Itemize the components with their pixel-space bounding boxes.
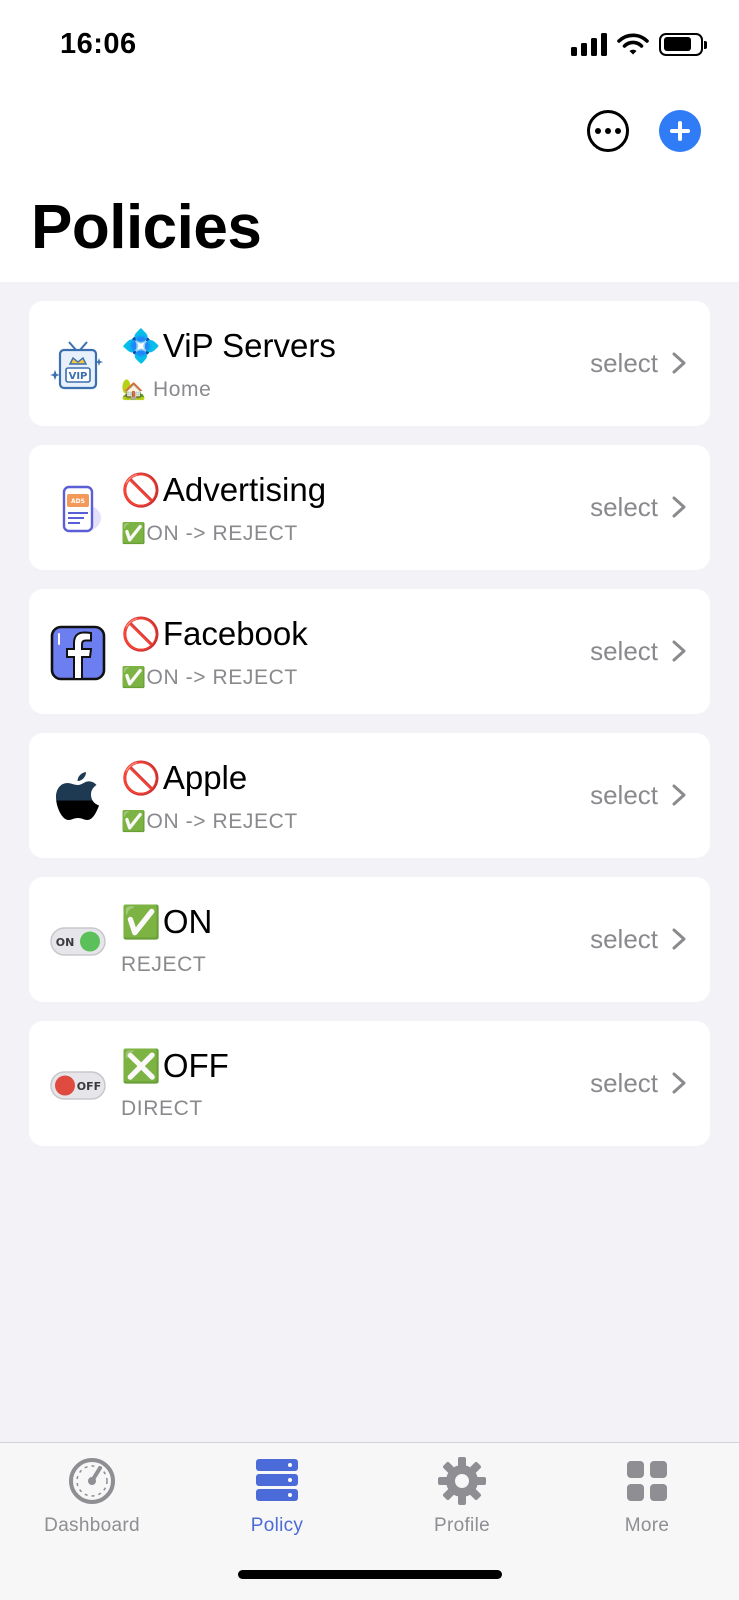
policy-current-value: REJECT [121,953,207,976]
cellular-signal-icon [571,32,607,56]
prohibited-icon: 🚫 [121,615,161,653]
policy-title: 🚫 Apple [121,759,247,797]
cross-mark-icon: ❎ [121,1047,161,1085]
policy-current-value: ON -> REJECT [146,810,298,833]
policy-current-value: ON -> REJECT [146,522,298,545]
policy-title: 💠 ViP Servers [121,327,336,365]
policy-type: select [590,492,658,522]
check-mark-icon: ✅ [121,665,147,689]
toggle-on-label: ON [56,936,75,949]
chevron-right-icon [672,496,686,518]
tab-more[interactable]: More [567,1455,727,1537]
policy-title: ✅ ON [121,903,212,941]
page-title: Policies [31,193,262,262]
check-mark-icon: ✅ [121,809,147,833]
tab-profile[interactable]: Profile [382,1455,542,1537]
policy-name: OFF [162,1047,229,1084]
tab-label: Policy [250,1515,304,1536]
battery-icon [659,32,707,56]
advertising-phone-icon: ADS [49,480,107,538]
house-icon: 🏡 [121,377,147,401]
status-icons [571,32,707,56]
policy-type: select [590,348,658,378]
tab-label: More [624,1515,670,1536]
policy-row-advertising[interactable]: ADS 🚫 Advertising ✅ON -> REJECT select [29,445,710,570]
policy-row-on[interactable]: ON ✅ ON REJECT select [29,877,710,1002]
chevron-right-icon [672,640,686,662]
policy-row-apple[interactable]: 🚫 Apple ✅ON -> REJECT select [29,733,710,858]
grid-icon [567,1455,727,1507]
policy-subtitle: ✅ON -> REJECT [121,665,298,690]
diamond-icon: 💠 [121,327,161,365]
policy-subtitle: 🏡 Home [121,377,211,402]
policy-type: select [590,780,658,810]
facebook-icon [49,624,107,682]
check-mark-icon: ✅ [121,521,147,545]
tab-label: Dashboard [44,1515,140,1536]
policy-server-icon [197,1455,357,1507]
chevron-right-icon [672,1072,686,1094]
policy-subtitle: REJECT [121,953,206,977]
policy-subtitle: ✅ON -> REJECT [121,809,298,834]
policy-name: ON [162,903,213,940]
header-area: 16:06 Policies [0,0,739,282]
policy-list: VIP 💠 ViP Servers 🏡 Home select ADS 🚫 Ad… [29,301,710,1165]
tab-dashboard[interactable]: Dashboard [12,1455,172,1537]
tab-policy[interactable]: Policy [197,1455,357,1537]
tab-label: Profile [434,1515,490,1536]
policy-row-facebook[interactable]: 🚫 Facebook ✅ON -> REJECT select [29,589,710,714]
wifi-icon [617,33,649,55]
toggle-on-icon: ON [49,912,107,970]
policy-subtitle: DIRECT [121,1097,203,1121]
apple-icon [49,768,107,826]
policy-name: Facebook [162,615,308,652]
more-options-button[interactable] [587,110,629,152]
policy-subtitle: ✅ON -> REJECT [121,521,298,546]
policy-title: ❎ OFF [121,1047,229,1085]
dashboard-gauge-icon [12,1455,172,1507]
gear-icon [382,1455,542,1507]
chevron-right-icon [672,928,686,950]
status-time: 16:06 [60,28,137,60]
chevron-right-icon [672,784,686,806]
toggle-off-label: OFF [77,1080,101,1093]
policy-row-off[interactable]: OFF ❎ OFF DIRECT select [29,1021,710,1146]
vip-tv-icon: VIP [49,336,107,394]
policy-type: select [590,1068,658,1098]
policy-type: select [590,636,658,666]
prohibited-icon: 🚫 [121,471,161,509]
policy-type: select [590,924,658,954]
svg-text:ADS: ADS [71,498,85,505]
prohibited-icon: 🚫 [121,759,161,797]
svg-text:VIP: VIP [69,371,88,382]
check-mark-icon: ✅ [121,903,161,941]
policy-name: Advertising [162,471,327,508]
add-policy-button[interactable] [659,110,701,152]
policy-title: 🚫 Facebook [121,615,308,653]
policy-name: Apple [162,759,248,796]
policy-current-value: Home [146,378,212,401]
policy-current-value: ON -> REJECT [146,666,298,689]
policy-current-value: DIRECT [121,1097,203,1120]
policy-row-vip-servers[interactable]: VIP 💠 ViP Servers 🏡 Home select [29,301,710,426]
chevron-right-icon [672,352,686,374]
toggle-off-icon: OFF [49,1056,107,1114]
home-indicator[interactable] [238,1570,502,1579]
policy-title: 🚫 Advertising [121,471,326,509]
policy-name: ViP Servers [162,327,336,364]
